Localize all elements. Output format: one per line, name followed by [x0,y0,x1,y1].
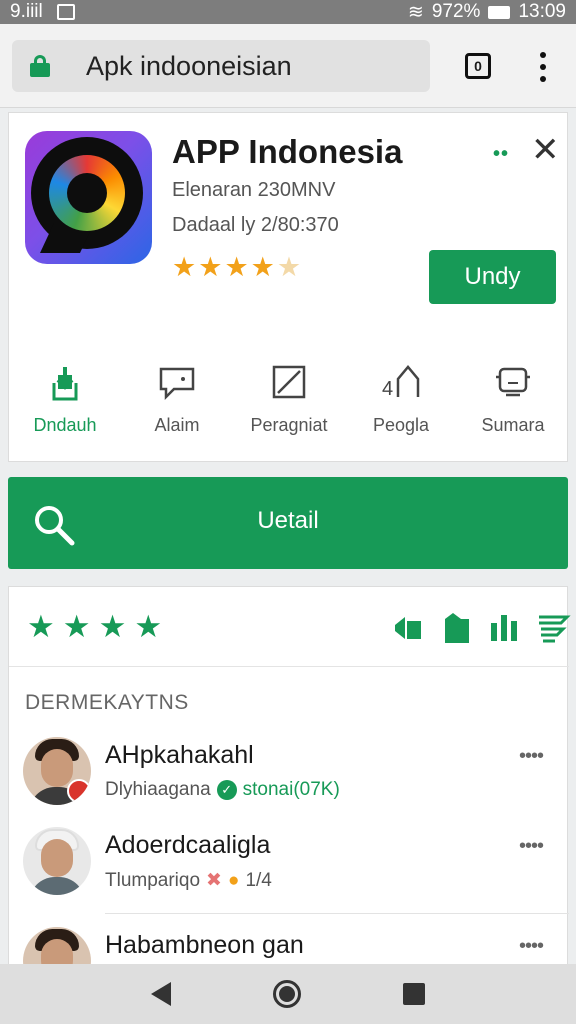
action-people[interactable]: 4 Peogla [345,361,457,436]
system-nav-bar [0,964,576,1024]
avatar [23,737,91,805]
app-logo-icon [25,131,152,264]
avatar [23,827,91,895]
star-icon: ★ [172,252,197,282]
emoji-icon: ● [227,869,240,891]
svg-text:4: 4 [382,378,393,400]
action-label: Peogla [372,415,430,435]
app-downloads: Dadaal ly 2/80:370 [172,214,339,236]
rating-row: ★ ★ ★ ★ [9,587,571,667]
overall-rating-stars: ★ ★ ★ ★ [27,609,162,645]
overflow-menu-icon[interactable] [533,52,553,82]
app-title: APP Indonesia [172,133,403,170]
status-bar: 9.iiil ≋ 972% 13:09 [0,0,576,24]
action-edit[interactable]: Peragniat [233,361,345,436]
clock: 13:09 [518,1,566,22]
review-item[interactable]: Adoerdcaaligla Tlumpariqo ✖ ● 1/4 •••• [9,827,569,913]
action-chat[interactable]: Alaim [121,361,233,436]
sort-icon[interactable] [535,609,571,645]
url-text: Apk indooneisian [86,50,292,81]
review-filter-icons [391,609,571,645]
review-meta: Dlyhiaagana ✓ stonai(07K) [105,779,340,801]
star-icon: ★ [250,252,275,282]
action-label: Alaim [154,415,200,435]
review-meta: Tlumpariqo ✖ ● 1/4 [105,869,272,892]
reviews-section-label: DERMEKAYTNS [25,691,189,714]
app-developer: Elenaran 230MNV [172,179,336,201]
star-icon: ★ [27,609,55,644]
action-label: Peragniat [250,415,328,435]
review-meta-extra: stonai(07K) [242,779,340,800]
thumbs-up-icon[interactable] [391,609,427,645]
close-icon[interactable]: ✕ [531,133,560,167]
chat-icon [159,367,195,401]
download-icon [52,367,78,401]
star-icon: ★ [98,609,127,644]
address-bar[interactable]: Apk indooneisian [12,40,430,92]
more-options-icon[interactable]: •••• [519,835,544,858]
search-banner-label: Uetail [257,507,319,534]
battery-text: 972% [431,1,481,22]
app-card: APP Indonesia •• ✕ Elenaran 230MNV Dadaa… [8,112,568,462]
browser-toolbar: Apk indooneisian 0 [0,24,576,108]
reviewer-name: Adoerdcaaligla [105,831,271,859]
action-label: Sumara [481,415,545,435]
building-icon[interactable] [439,609,475,645]
stats-icon[interactable] [487,609,523,645]
review-meta-extra: 1/4 [245,869,272,891]
star-icon: ★ [134,609,163,644]
review-item[interactable]: AHpkahakahl Dlyhiaagana ✓ stonai(07K) ••… [9,737,569,823]
star-half-icon: ★ [276,252,302,282]
lock-icon [30,55,50,77]
tabs-button[interactable]: 0 [465,53,491,79]
review-meta-text: Tlumpariqo [105,869,201,891]
recent-apps-icon[interactable] [403,983,425,1005]
more-options-icon[interactable]: •• [493,143,509,166]
action-label: Dndauh [33,415,97,435]
battery-icon [488,5,511,19]
reviews-card: ★ ★ ★ ★ DERMEKAYTNS AHpkahakahl Dlyhiaag… [8,586,571,995]
search-banner[interactable]: Uetail [8,477,568,569]
star-icon: ★ [224,252,249,282]
notification-icon [56,4,75,20]
signal-text: 9.iiil [10,1,43,22]
emoji-icon: ✖ [206,870,222,891]
reviewer-name: AHpkahakahl [105,741,254,769]
verified-icon: ✓ [216,780,237,800]
wifi-icon: ≋ [407,1,424,23]
edit-icon [272,365,306,399]
app-rating-stars: ★ ★ ★ ★ ★ [172,252,301,283]
face-icon [496,367,530,397]
home-icon[interactable] [273,980,301,1008]
action-download[interactable]: Dndauh [9,361,121,436]
star-icon: ★ [62,609,91,644]
more-options-icon[interactable]: •••• [519,935,544,958]
action-face[interactable]: Sumara [457,361,569,436]
back-icon[interactable] [151,982,171,1006]
install-button[interactable]: Undy [429,250,556,304]
more-options-icon[interactable]: •••• [519,745,544,768]
divider [105,913,569,914]
badge-icon [67,779,91,803]
app-actions: Dndauh Alaim Peragniat 4 Peogla Sumara [9,361,569,436]
people-icon: 4 [382,365,420,400]
star-icon: ★ [198,252,223,282]
reviewer-name: Habambneon gan [105,931,304,959]
review-meta-text: Dlyhiaagana [105,779,211,800]
